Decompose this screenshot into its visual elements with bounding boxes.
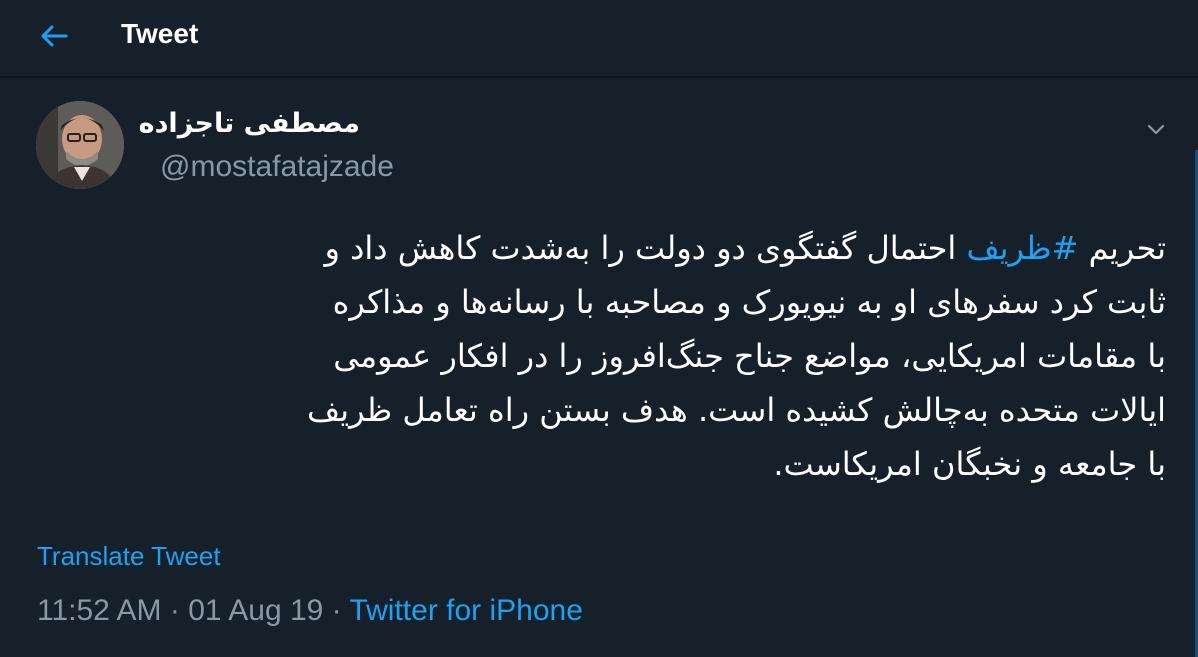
tweet-metadata: 11:52 AM · 01 Aug 19 · Twitter for iPhon… xyxy=(37,594,583,628)
tweet-text-segment: تحریم xyxy=(1078,229,1166,267)
avatar[interactable] xyxy=(36,101,124,189)
hashtag-link[interactable]: #ظریف xyxy=(966,229,1078,267)
top-bar: Tweet xyxy=(0,0,1198,78)
author-display-name[interactable]: مصطفی تاجزاده xyxy=(139,108,360,139)
chevron-down-icon xyxy=(1147,124,1165,135)
meta-separator: · xyxy=(323,594,350,627)
tweet-text-segment: احتمال گفتگوی دو دولت را به‌شدت کاهش داد… xyxy=(324,229,967,267)
tweet-line-5: با جامعه و نخبگان امریکاست. xyxy=(773,445,1166,483)
meta-separator: · xyxy=(161,594,189,627)
tweet-date: 01 Aug 19 xyxy=(188,594,324,627)
translate-tweet-link[interactable]: Translate Tweet xyxy=(37,541,221,572)
more-options-button[interactable] xyxy=(1142,116,1170,144)
author-handle[interactable]: @mostafatajzade xyxy=(160,150,394,184)
tweet-time: 11:52 AM xyxy=(37,594,162,627)
tweet-text: تحریم #ظریف احتمال گفتگوی دو دولت را به‌… xyxy=(66,221,1166,491)
arrow-left-icon xyxy=(41,25,68,47)
tweet-line-1: تحریم #ظریف احتمال گفتگوی دو دولت را به‌… xyxy=(66,221,1166,275)
back-button[interactable] xyxy=(30,16,78,56)
avatar-photo xyxy=(36,101,124,189)
tweet-line-3: با مقامات امریکایی، مواضع جناح جنگ‌افروز… xyxy=(333,337,1166,375)
page-title: Tweet xyxy=(121,18,199,49)
tweet-line-4: ایالات متحده به‌چالش کشیده است. هدف بستن… xyxy=(307,391,1166,429)
tweet-source-link[interactable]: Twitter for iPhone xyxy=(349,594,582,627)
tweet-line-2: ثابت کرد سفرهای او به نیویورک و مصاحبه ب… xyxy=(332,283,1166,321)
